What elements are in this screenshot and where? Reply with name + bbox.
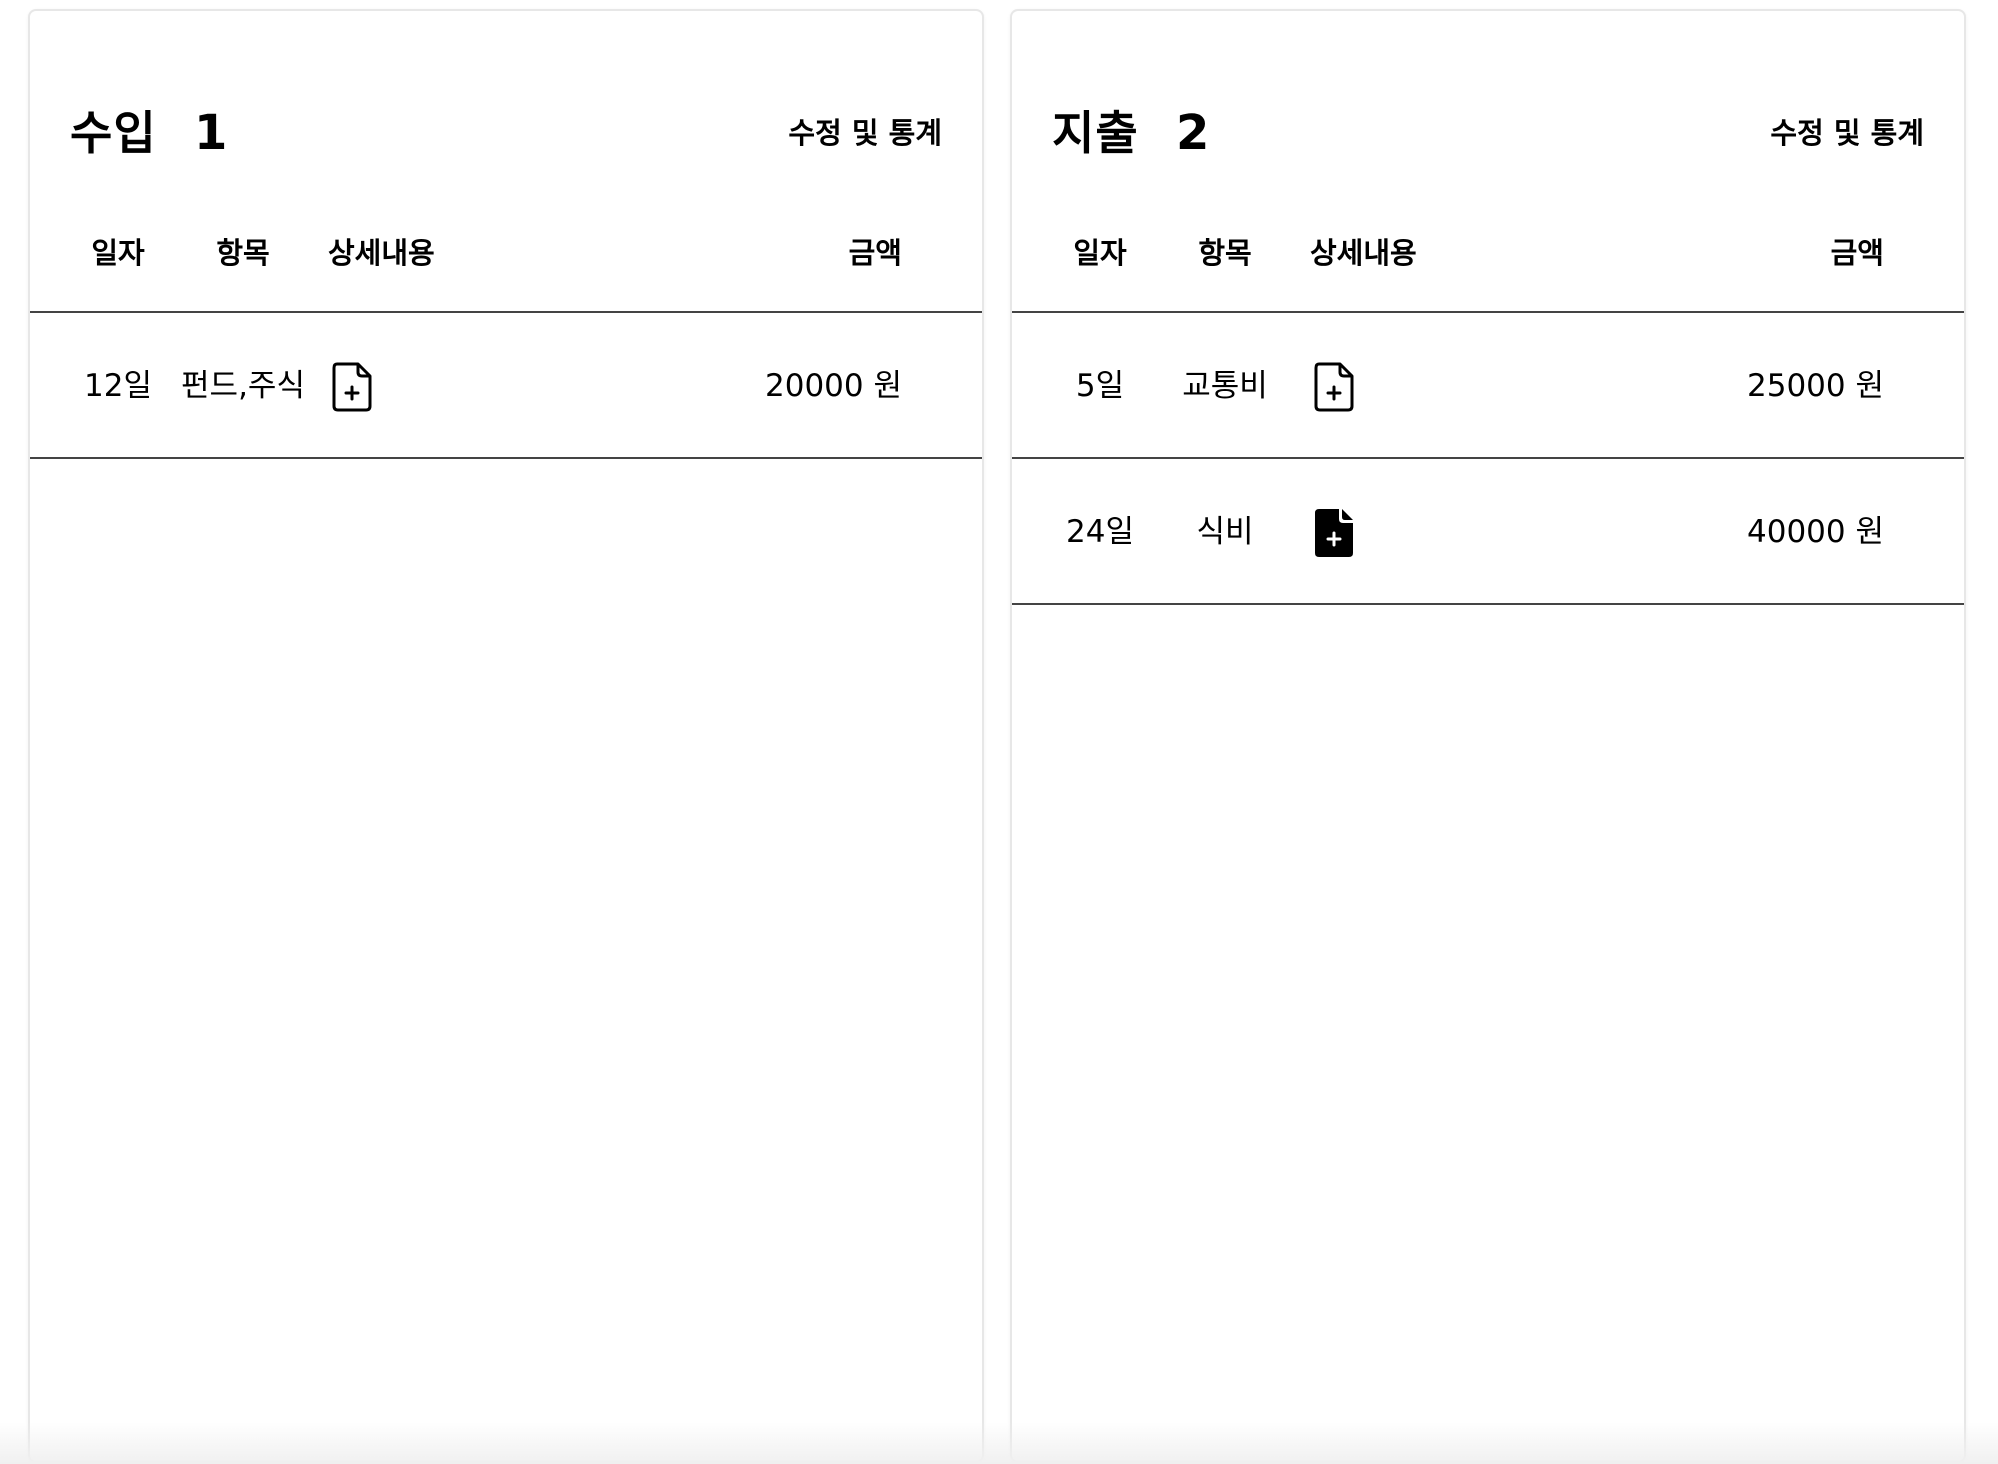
table-row[interactable]: 12일 펀드,주식 20000 원 bbox=[30, 313, 982, 459]
expense-column-header: 일자 항목 상세내용 금액 bbox=[1012, 223, 1964, 283]
row-date: 5일 bbox=[1075, 368, 1125, 404]
file-plus-icon[interactable] bbox=[1314, 362, 1354, 412]
expense-edit-stats-link[interactable]: 수정 및 통계 bbox=[1770, 97, 1924, 169]
income-column-header: 일자 항목 상세내용 금액 bbox=[30, 223, 982, 283]
row-amount: 25000 원 bbox=[1747, 368, 1884, 404]
column-date: 일자 bbox=[1073, 236, 1127, 270]
column-amount: 금액 bbox=[848, 236, 902, 270]
column-amount: 금액 bbox=[1830, 236, 1884, 270]
row-amount: 20000 원 bbox=[765, 368, 902, 404]
table-row[interactable]: 24일 식비 40000 원 bbox=[1012, 459, 1964, 605]
expense-header: 지출 2 수정 및 통계 bbox=[1052, 97, 1924, 169]
row-category: 교통비 bbox=[1182, 368, 1268, 404]
file-plus-filled-icon[interactable] bbox=[1314, 508, 1354, 558]
column-category: 항목 bbox=[1198, 236, 1252, 270]
row-divider bbox=[1012, 603, 1964, 605]
file-plus-icon[interactable] bbox=[332, 362, 372, 412]
column-detail: 상세내용 bbox=[1310, 236, 1417, 270]
row-divider bbox=[30, 457, 982, 459]
income-header: 수입 1 수정 및 통계 bbox=[70, 97, 942, 169]
row-category: 펀드,주식 bbox=[181, 368, 305, 404]
table-row[interactable]: 5일 교통비 25000 원 bbox=[1012, 313, 1964, 459]
row-date: 12일 bbox=[84, 368, 152, 404]
row-amount: 40000 원 bbox=[1747, 514, 1884, 550]
income-edit-stats-link[interactable]: 수정 및 통계 bbox=[788, 97, 942, 169]
row-category: 식비 bbox=[1196, 514, 1254, 550]
expense-panel: 지출 2 수정 및 통계 일자 항목 상세내용 금액 5일 교통비 25000 … bbox=[1010, 9, 1966, 1463]
income-panel: 수입 1 수정 및 통계 일자 항목 상세내용 금액 12일 펀드,주식 200… bbox=[28, 9, 984, 1463]
row-date: 24일 bbox=[1066, 514, 1134, 550]
expense-title: 지출 bbox=[1052, 106, 1139, 160]
income-title: 수입 bbox=[70, 106, 157, 160]
expense-count: 2 bbox=[1176, 105, 1210, 161]
column-category: 항목 bbox=[216, 236, 270, 270]
column-date: 일자 bbox=[91, 236, 145, 270]
income-count: 1 bbox=[194, 105, 228, 161]
column-detail: 상세내용 bbox=[328, 236, 435, 270]
